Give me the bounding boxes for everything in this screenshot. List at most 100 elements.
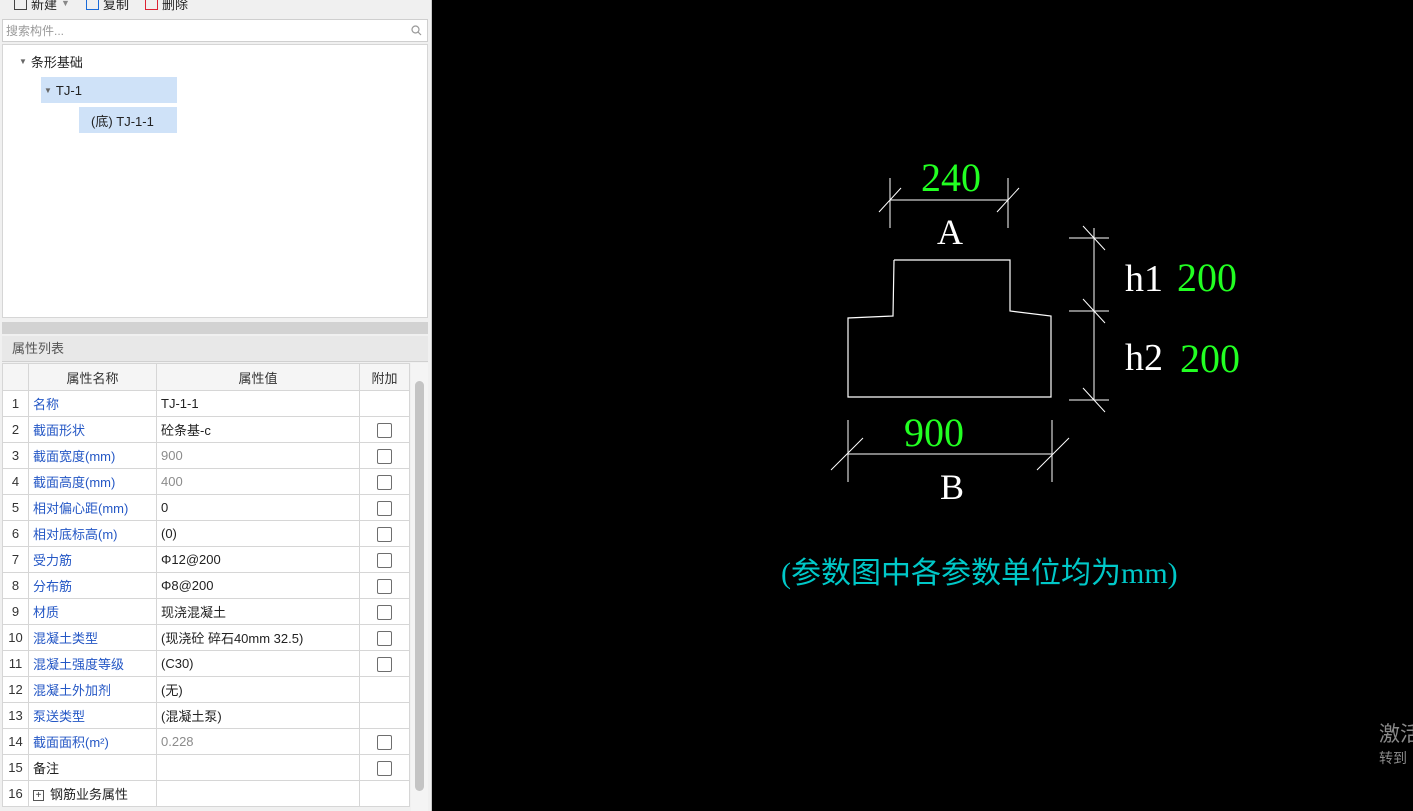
property-extra bbox=[359, 780, 410, 807]
property-value[interactable]: 900 bbox=[156, 442, 360, 469]
h2-value[interactable]: 200 bbox=[1180, 336, 1240, 381]
property-row[interactable]: 3 截面宽度(mm) 900 bbox=[2, 442, 410, 469]
tree-node-root[interactable]: ▼ 条形基础 bbox=[19, 48, 83, 74]
property-extra bbox=[359, 754, 410, 781]
extra-checkbox[interactable] bbox=[377, 760, 392, 776]
property-index: 10 bbox=[2, 624, 29, 651]
top-width-value[interactable]: 240 bbox=[921, 155, 981, 200]
search-box bbox=[2, 19, 428, 42]
bottom-width-label: B bbox=[940, 467, 964, 507]
search-input[interactable] bbox=[3, 20, 405, 41]
property-extra bbox=[359, 728, 410, 755]
property-row[interactable]: 9 材质 现浇混凝土 bbox=[2, 598, 410, 625]
tree-node-leaf[interactable]: (底) TJ-1-1 bbox=[79, 107, 177, 133]
property-value[interactable]: 0 bbox=[156, 494, 360, 521]
property-row[interactable]: 6 相对底标高(m) (0) bbox=[2, 520, 410, 547]
expand-icon[interactable]: + bbox=[33, 790, 44, 802]
unit-note: (参数图中各参数单位均为mm) bbox=[781, 557, 1178, 590]
extra-checkbox[interactable] bbox=[377, 734, 392, 750]
property-value[interactable]: (无) bbox=[156, 676, 360, 703]
property-value[interactable]: Φ8@200 bbox=[156, 572, 360, 599]
property-name-text: 钢筋业务属性 bbox=[50, 787, 129, 802]
property-row[interactable]: 7 受力筋 Φ12@200 bbox=[2, 546, 410, 573]
property-index: 14 bbox=[2, 728, 29, 755]
property-extra bbox=[359, 390, 410, 417]
property-value[interactable] bbox=[156, 780, 360, 807]
property-row[interactable]: 2 截面形状 砼条基-c bbox=[2, 416, 410, 443]
extra-checkbox[interactable] bbox=[377, 422, 392, 438]
delete-button[interactable]: 删除 bbox=[139, 0, 194, 13]
scrollbar-thumb[interactable] bbox=[415, 381, 424, 791]
property-value[interactable]: 砼条基-c bbox=[156, 416, 360, 443]
extra-checkbox[interactable] bbox=[377, 630, 392, 646]
property-extra bbox=[359, 468, 410, 495]
property-row[interactable]: 16 + 钢筋业务属性 bbox=[2, 780, 410, 807]
property-extra bbox=[359, 520, 410, 547]
copy-button[interactable]: 复制 bbox=[80, 0, 135, 13]
new-button[interactable]: 新建 ▼ bbox=[8, 0, 76, 13]
extra-checkbox[interactable] bbox=[377, 500, 392, 516]
property-index: 13 bbox=[2, 702, 29, 729]
chevron-down-icon[interactable]: ▼ bbox=[44, 86, 52, 95]
property-value[interactable]: 0.228 bbox=[156, 728, 360, 755]
property-row[interactable]: 8 分布筋 Φ8@200 bbox=[2, 572, 410, 599]
tree-node-root-label: 条形基础 bbox=[30, 54, 83, 70]
extra-checkbox[interactable] bbox=[377, 604, 392, 620]
property-row[interactable]: 11 混凝土强度等级 (C30) bbox=[2, 650, 410, 677]
property-extra bbox=[359, 598, 410, 625]
property-row[interactable]: 14 截面面积(m²) 0.228 bbox=[2, 728, 410, 755]
property-list-title: 属性列表 bbox=[2, 336, 428, 362]
search-icon[interactable] bbox=[405, 25, 427, 36]
property-value[interactable]: (C30) bbox=[156, 650, 360, 677]
property-row[interactable]: 15 备注 bbox=[2, 754, 410, 781]
extra-checkbox[interactable] bbox=[377, 526, 392, 542]
property-value[interactable]: 400 bbox=[156, 468, 360, 495]
h1-value[interactable]: 200 bbox=[1177, 255, 1237, 300]
property-name: 备注 bbox=[28, 754, 157, 781]
chevron-down-icon[interactable]: ▼ bbox=[19, 57, 27, 66]
chevron-down-icon[interactable]: ▼ bbox=[61, 0, 70, 8]
property-name: 相对偏心距(mm) bbox=[28, 494, 157, 521]
tree-node-group[interactable]: ▼ TJ-1 bbox=[41, 77, 177, 103]
property-value[interactable]: 现浇混凝土 bbox=[156, 598, 360, 625]
property-index: 12 bbox=[2, 676, 29, 703]
property-row[interactable]: 13 泵送类型 (混凝土泵) bbox=[2, 702, 410, 729]
property-name: 截面形状 bbox=[28, 416, 157, 443]
component-toolbar: 新建 ▼ 复制 删除 bbox=[0, 0, 430, 14]
trash-icon bbox=[144, 0, 158, 10]
extra-checkbox[interactable] bbox=[377, 656, 392, 672]
panel-splitter[interactable] bbox=[2, 322, 428, 334]
property-row[interactable]: 1 名称 TJ-1-1 bbox=[2, 390, 410, 417]
property-name: 相对底标高(m) bbox=[28, 520, 157, 547]
property-value[interactable]: (混凝土泵) bbox=[156, 702, 360, 729]
header-index bbox=[2, 363, 29, 391]
property-row[interactable]: 5 相对偏心距(mm) 0 bbox=[2, 494, 410, 521]
property-row[interactable]: 10 混凝土类型 (现浇砼 碎石40mm 32.5) bbox=[2, 624, 410, 651]
property-row[interactable]: 4 截面高度(mm) 400 bbox=[2, 468, 410, 495]
property-extra bbox=[359, 676, 410, 703]
extra-checkbox[interactable] bbox=[377, 552, 392, 568]
property-value[interactable]: Φ12@200 bbox=[156, 546, 360, 573]
property-name-text: 混凝土类型 bbox=[33, 631, 99, 646]
bottom-width-value[interactable]: 900 bbox=[904, 410, 964, 455]
extra-checkbox[interactable] bbox=[377, 474, 392, 490]
property-name: 分布筋 bbox=[28, 572, 157, 599]
extra-checkbox[interactable] bbox=[377, 448, 392, 464]
top-width-label: A bbox=[937, 212, 963, 252]
property-value[interactable]: (现浇砼 碎石40mm 32.5) bbox=[156, 624, 360, 651]
new-button-label: 新建 bbox=[31, 0, 58, 12]
tree-node-group-label: TJ-1 bbox=[55, 82, 82, 98]
copy-button-label: 复制 bbox=[102, 0, 129, 12]
delete-button-label: 删除 bbox=[161, 0, 188, 12]
property-index: 1 bbox=[2, 390, 29, 417]
component-tree: ▼ 条形基础 ▼ TJ-1 (底) TJ-1-1 bbox=[2, 44, 428, 318]
property-scrollbar[interactable] bbox=[411, 363, 428, 811]
property-value[interactable]: (0) bbox=[156, 520, 360, 547]
property-index: 6 bbox=[2, 520, 29, 547]
property-value[interactable]: TJ-1-1 bbox=[156, 390, 360, 417]
left-panel: 新建 ▼ 复制 删除 ▼ 条形基础 ▼ TJ-1 (底) TJ-1-1 属性 bbox=[0, 0, 432, 811]
property-value[interactable] bbox=[156, 754, 360, 781]
extra-checkbox[interactable] bbox=[377, 578, 392, 594]
property-row[interactable]: 12 混凝土外加剂 (无) bbox=[2, 676, 410, 703]
property-extra bbox=[359, 494, 410, 521]
